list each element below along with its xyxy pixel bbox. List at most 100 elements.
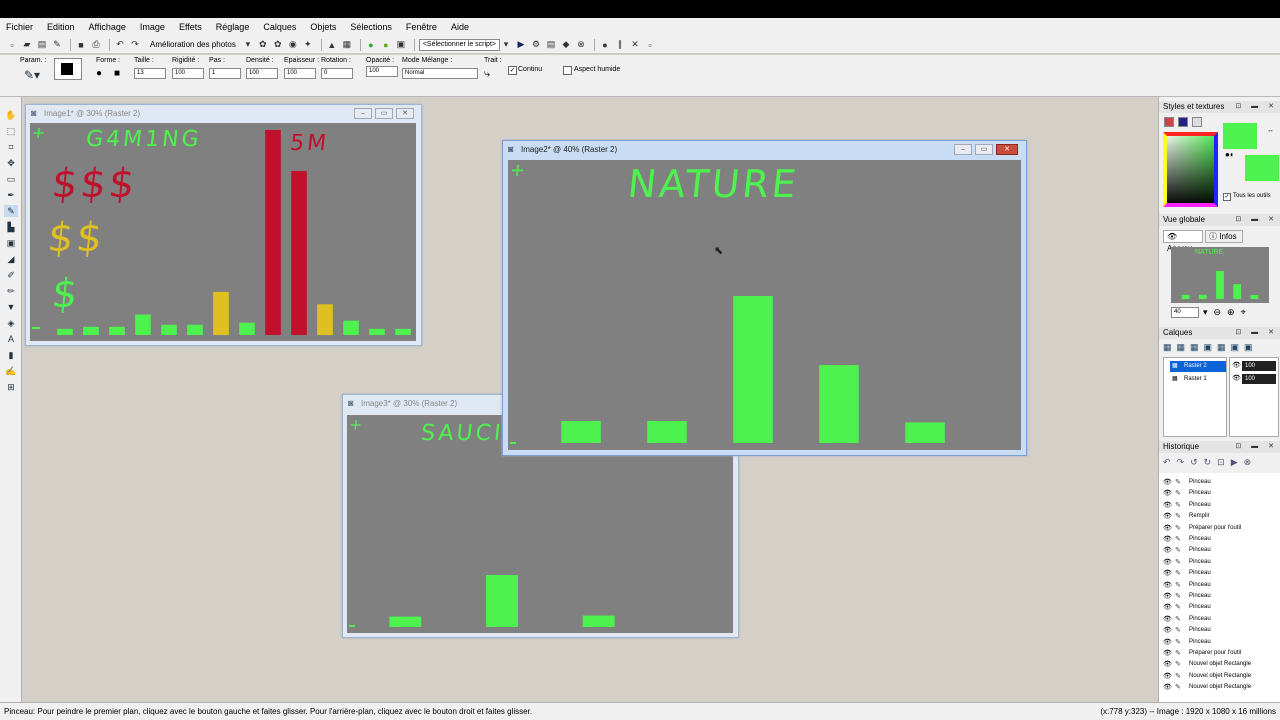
layer-visibility-eye-icon[interactable]: 👁	[1232, 361, 1241, 369]
save-icon[interactable]: ■	[75, 39, 87, 51]
menu-selections[interactable]: Sélections	[350, 22, 392, 32]
layer-opacity[interactable]: 100	[1242, 374, 1276, 384]
history-eye-icon[interactable]: 👁	[1163, 523, 1172, 534]
dodge-tool-icon[interactable]: ✏	[4, 285, 18, 297]
foreground-color-swatch[interactable]	[1223, 123, 1257, 149]
history-item[interactable]: 👁 ✎ Pinceau	[1163, 545, 1267, 557]
history-item[interactable]: 👁 ✎ Nouvel objet Rectangle	[1163, 659, 1267, 671]
clone-tool-icon[interactable]: ▙	[4, 221, 18, 233]
zoom-tools[interactable]: ▾⊖⊕⌖	[1203, 307, 1252, 318]
image2-window[interactable]: ◙ Image2* @ 40% (Raster 2) – ▭ ✕ + NATUR…	[502, 140, 1027, 456]
smudge-tool-icon[interactable]: ✐	[4, 269, 18, 281]
taille-input[interactable]: 13	[134, 68, 166, 79]
minimize-icon[interactable]: –	[354, 108, 372, 119]
pan-tool-icon[interactable]: ✋	[4, 109, 18, 121]
close-icon[interactable]: ✕	[996, 144, 1018, 155]
color-swatch[interactable]	[54, 58, 82, 80]
swap-colors-icon[interactable]: ↔	[1267, 127, 1274, 134]
zoom-input[interactable]: 40	[1171, 307, 1199, 318]
trait-icon[interactable]: ⤷	[484, 68, 490, 81]
palette-icon-2[interactable]: ●	[380, 39, 392, 51]
history-item[interactable]: 👁 ✎ Nouvel objet Rectangle	[1163, 671, 1267, 682]
brush-preset-icon[interactable]: ✎▾	[24, 68, 40, 82]
history-item[interactable]: 👁 ✎ Pinceau	[1163, 602, 1267, 614]
history-item[interactable]: 👁 ✎ Pinceau	[1163, 614, 1267, 625]
history-eye-icon[interactable]: 👁	[1163, 637, 1172, 648]
history-tools-icons[interactable]: ↶↷↺↻⊡▶⊗	[1163, 457, 1257, 468]
humide-checkbox[interactable]	[563, 66, 572, 75]
effects-icon[interactable]: ▲	[326, 39, 338, 51]
crop-tool-icon[interactable]: ⌗	[4, 141, 18, 153]
maximize-icon[interactable]: ▭	[975, 144, 993, 155]
history-eye-icon[interactable]: 👁	[1163, 500, 1172, 511]
history-eye-icon[interactable]: 👁	[1163, 511, 1172, 522]
dropper-tool-icon[interactable]: ✒	[4, 189, 18, 201]
adjust-icon-1[interactable]: ✿	[257, 39, 269, 51]
menu-objets[interactable]: Objets	[310, 22, 336, 32]
scratch-tool-icon[interactable]: ▣	[4, 237, 18, 249]
layer-row[interactable]: ▦ Raster 2	[1170, 361, 1226, 372]
undo-icon[interactable]: ↶	[114, 39, 126, 51]
scan-icon[interactable]: ✎	[51, 39, 63, 51]
continu-checkbox[interactable]: ✓	[508, 66, 517, 75]
image2-canvas[interactable]: + NATURE ⬉	[508, 160, 1021, 450]
save-script-icon[interactable]: ▫	[644, 39, 656, 51]
run-script-icon[interactable]: ▶	[515, 39, 527, 51]
history-eye-icon[interactable]: 👁	[1163, 682, 1172, 693]
history-eye-icon[interactable]: 👁	[1163, 659, 1172, 670]
history-item[interactable]: 👁 ✎ Pinceau	[1163, 534, 1267, 545]
epaisseur-input[interactable]: 100	[284, 68, 316, 79]
layer-tools-icons[interactable]: ▦▦▦▣▦▣▣	[1163, 342, 1258, 353]
round-shape-icon[interactable]: ●	[96, 68, 102, 79]
history-item[interactable]: 👁 ✎ Pinceau	[1163, 625, 1267, 637]
history-eye-icon[interactable]: 👁	[1163, 534, 1172, 545]
history-eye-icon[interactable]: 👁	[1163, 625, 1172, 636]
layer-visibility-eye-icon[interactable]: 👁	[1232, 374, 1241, 382]
print-icon[interactable]: ⎙	[90, 39, 102, 51]
close-icon[interactable]: ✕	[396, 108, 414, 119]
pas-input[interactable]: 1	[209, 68, 241, 79]
menu-affichage[interactable]: Affichage	[89, 22, 126, 32]
history-item[interactable]: 👁 ✎ Pinceau	[1163, 568, 1267, 580]
maximize-icon[interactable]: ▭	[375, 108, 393, 119]
history-eye-icon[interactable]: 👁	[1163, 591, 1172, 602]
selection-tool-icon[interactable]: ⬚	[4, 125, 18, 137]
history-eye-icon[interactable]: 👁	[1163, 614, 1172, 625]
history-item[interactable]: 👁 ✎ Pinceau	[1163, 488, 1267, 500]
film-icon[interactable]: ▦	[341, 39, 353, 51]
densite-input[interactable]: 100	[246, 68, 278, 79]
edit-script-icon[interactable]: ⚙	[530, 39, 542, 51]
menu-fichier[interactable]: Fichier	[6, 22, 33, 32]
panel-controls[interactable]: ⊡ ▬ ✕	[1235, 441, 1278, 453]
cancel-icon[interactable]: ✕	[629, 39, 641, 51]
history-item[interactable]: 👁 ✎ Pinceau	[1163, 500, 1267, 511]
history-eye-icon[interactable]: 👁	[1163, 545, 1172, 556]
menu-calques[interactable]: Calques	[263, 22, 296, 32]
menu-aide[interactable]: Aide	[451, 22, 469, 32]
chevron-down-icon[interactable]: ▾	[500, 39, 512, 51]
tous-outils-checkbox[interactable]: ✓	[1223, 193, 1231, 201]
history-eye-icon[interactable]: 👁	[1163, 477, 1172, 488]
rotation-input[interactable]: 0	[321, 68, 353, 79]
layer-row[interactable]: ▦ Raster 1	[1170, 374, 1226, 385]
menu-reglage[interactable]: Réglage	[216, 22, 250, 32]
history-item[interactable]: 👁 ✎ Nouvel objet Rectangle	[1163, 682, 1267, 694]
panel-controls[interactable]: ⊡ ▬ ✕	[1235, 101, 1278, 113]
swatch-tab-icon[interactable]	[1178, 117, 1188, 127]
photo-enhance-menu[interactable]: Amélioration des photos	[150, 40, 236, 49]
recent-tab-icon[interactable]	[1192, 117, 1202, 127]
history-item[interactable]: 👁 ✎ Pinceau	[1163, 580, 1267, 591]
history-item[interactable]: 👁 ✎ Préparer pour l'outil	[1163, 523, 1267, 534]
paintbrush-tool-icon[interactable]: ✎	[4, 205, 18, 217]
palette-tab-icon[interactable]	[1164, 117, 1174, 127]
move-tool-icon[interactable]: ✥	[4, 157, 18, 169]
color-picker[interactable]	[1163, 132, 1218, 207]
square-shape-icon[interactable]: ■	[114, 68, 120, 79]
history-item[interactable]: 👁 ✎ Remplir	[1163, 511, 1267, 523]
history-eye-icon[interactable]: 👁	[1163, 602, 1172, 613]
history-eye-icon[interactable]: 👁	[1163, 671, 1172, 682]
shape-tool-icon[interactable]: ▮	[4, 349, 18, 361]
rectangle-select-icon[interactable]: ▭	[4, 173, 18, 185]
history-item[interactable]: 👁 ✎ Pinceau	[1163, 557, 1267, 568]
record-icon[interactable]: ◆	[560, 39, 572, 51]
